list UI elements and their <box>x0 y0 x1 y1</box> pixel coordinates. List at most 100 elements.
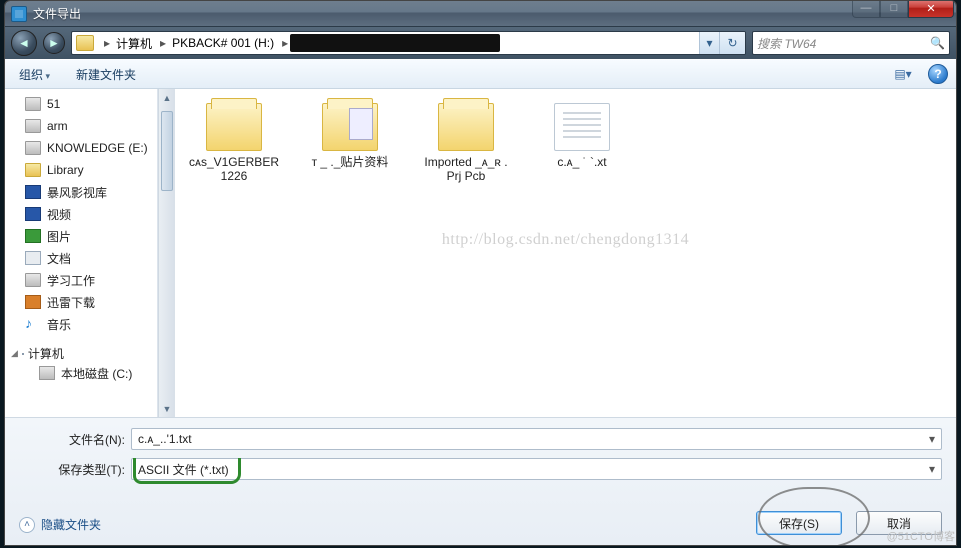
documents-icon <box>25 251 41 265</box>
sidebar-item-label: 暴风影视库 <box>47 184 107 201</box>
minimize-button[interactable]: — <box>852 0 880 18</box>
save-button[interactable]: 保存(S) <box>756 511 842 535</box>
sidebar-item-label: 本地磁盘 (C:) <box>61 365 132 382</box>
sidebar-item-label: 视频 <box>47 206 71 223</box>
nav-row: ◄ ► ▸ 计算机 ▸ PKBACK# 001 (H:) ▸ ▾ ↻ 搜索 TW… <box>5 27 956 59</box>
drive-icon <box>25 273 41 287</box>
file-pane[interactable]: ᴄᴀs_V1GERBER1226 ᴛ _ ._贴片资料 Imported _ᴀ_… <box>175 89 956 417</box>
filetype-value: ASCII 文件 (*.txt) <box>138 461 229 478</box>
file-item[interactable]: ᴄᴀs_V1GERBER1226 <box>195 103 273 183</box>
sidebar-item-label: 51 <box>47 97 60 111</box>
help-button[interactable]: ? <box>928 64 948 84</box>
sidebar-item-label: 学习工作 <box>47 272 95 289</box>
folder-icon <box>438 103 494 151</box>
sidebar-group-computer[interactable]: ◢ 计算机 <box>5 345 157 362</box>
folder-icon <box>322 103 378 151</box>
file-item[interactable]: ᴄ.ᴀ_ ˙ `.xt <box>543 103 621 183</box>
local-disk-icon <box>39 366 55 380</box>
filename-field[interactable]: ᴄ.ᴀ_..'1.txt ▾ <box>131 428 942 450</box>
sidebar-item[interactable]: 学习工作 <box>5 269 157 291</box>
sidebar-item-label: 图片 <box>47 228 71 245</box>
sidebar-scrollbar[interactable]: ▲ ▼ <box>158 89 175 417</box>
file-label: Imported _ᴀ_ʀ .Prj Pcb <box>421 155 511 183</box>
hide-folders-link[interactable]: ˄ 隐藏文件夹 <box>19 516 101 533</box>
sidebar-item[interactable]: 暴风影视库 <box>5 181 157 203</box>
nav-back-button[interactable]: ◄ <box>11 30 37 56</box>
sidebar: 51 arm KNOWLEDGE (E:) Library 暴风影视库 视频 图… <box>5 89 158 417</box>
dropdown-icon[interactable]: ▾ <box>929 432 935 446</box>
breadcrumb-root[interactable]: 计算机 <box>112 32 158 54</box>
corner-watermark: @51CTO博客 <box>887 528 955 544</box>
nav-forward-button[interactable]: ► <box>43 32 65 54</box>
sidebar-item-label: 迅雷下载 <box>47 294 95 311</box>
chevron-icon[interactable]: ▸ <box>280 36 290 50</box>
sidebar-item[interactable]: Library <box>5 159 157 181</box>
refresh-button[interactable]: ↻ <box>719 32 745 54</box>
breadcrumb-drive[interactable]: PKBACK# 001 (H:) <box>168 32 280 54</box>
scroll-down-icon[interactable]: ▼ <box>159 400 175 417</box>
hide-folders-label: 隐藏文件夹 <box>41 516 101 533</box>
sidebar-item-label: arm <box>47 119 68 133</box>
search-icon[interactable]: 🔍 <box>930 36 945 50</box>
drive-icon <box>25 97 41 111</box>
dialog-window: 文件导出 — □ ✕ ◄ ► ▸ 计算机 ▸ PKBACK# 001 (H:) … <box>4 0 957 546</box>
search-input[interactable]: 搜索 TW64 🔍 <box>752 31 950 55</box>
filetype-field[interactable]: ASCII 文件 (*.txt) ▾ <box>131 458 942 480</box>
view-mode-button[interactable]: ▤▾ <box>884 63 922 85</box>
toolbar: 组织 新建文件夹 ▤▾ ? <box>5 59 956 89</box>
sidebar-group-label: 计算机 <box>28 345 64 362</box>
computer-icon <box>22 353 24 355</box>
new-folder-button[interactable]: 新建文件夹 <box>70 63 142 86</box>
maximize-button[interactable]: □ <box>880 0 908 18</box>
sidebar-item[interactable]: 迅雷下载 <box>5 291 157 313</box>
titlebar[interactable]: 文件导出 — □ ✕ <box>5 1 956 27</box>
sidebar-item[interactable]: 51 <box>5 93 157 115</box>
file-label: ᴄ.ᴀ_ ˙ `.xt <box>537 155 627 169</box>
sidebar-item[interactable]: 文档 <box>5 247 157 269</box>
filename-label: 文件名(N): <box>19 431 131 448</box>
chevron-icon[interactable]: ▸ <box>158 36 168 50</box>
file-item[interactable]: Imported _ᴀ_ʀ .Prj Pcb <box>427 103 505 183</box>
file-label: ᴄᴀs_V1GERBER1226 <box>189 155 279 183</box>
folder-icon <box>76 35 94 51</box>
sidebar-item-label: KNOWLEDGE (E:) <box>47 141 148 155</box>
drive-icon <box>25 141 41 155</box>
search-placeholder: 搜索 TW64 <box>757 35 816 52</box>
collapse-icon: ˄ <box>19 517 35 533</box>
chevron-icon[interactable]: ▸ <box>102 36 112 50</box>
address-bar[interactable]: ▸ 计算机 ▸ PKBACK# 001 (H:) ▸ ▾ ↻ <box>71 31 746 55</box>
folder-icon <box>206 103 262 151</box>
address-dropdown[interactable]: ▾ <box>699 32 719 54</box>
organize-button[interactable]: 组织 <box>13 63 56 86</box>
filetype-label: 保存类型(T): <box>19 461 131 478</box>
watermark: http://blog.csdn.net/chengdong1314 <box>442 231 689 249</box>
music-icon: ♪ <box>25 317 41 331</box>
sidebar-item-label: 音乐 <box>47 316 71 333</box>
sidebar-item[interactable]: ♪ 音乐 <box>5 313 157 335</box>
expand-icon[interactable]: ◢ <box>11 348 18 359</box>
download-icon <box>25 295 41 309</box>
textfile-icon <box>554 103 610 151</box>
main-area: 51 arm KNOWLEDGE (E:) Library 暴风影视库 视频 图… <box>5 89 956 417</box>
sidebar-item-label: 文档 <box>47 250 71 267</box>
folder-icon <box>25 163 41 177</box>
file-label: ᴛ _ ._贴片资料 <box>305 155 395 169</box>
sidebar-item[interactable]: 视频 <box>5 203 157 225</box>
scroll-thumb[interactable] <box>161 111 173 191</box>
file-item[interactable]: ᴛ _ ._贴片资料 <box>311 103 389 183</box>
video-lib-icon <box>25 185 41 199</box>
sidebar-item[interactable]: arm <box>5 115 157 137</box>
pictures-icon <box>25 229 41 243</box>
close-button[interactable]: ✕ <box>908 0 954 18</box>
sidebar-item[interactable]: KNOWLEDGE (E:) <box>5 137 157 159</box>
sidebar-item-localdisk[interactable]: 本地磁盘 (C:) <box>5 362 157 384</box>
sidebar-item-label: Library <box>47 163 84 177</box>
breadcrumb-tail[interactable] <box>290 32 699 54</box>
dropdown-icon[interactable]: ▾ <box>929 462 935 476</box>
sidebar-item[interactable]: 图片 <box>5 225 157 247</box>
window-title: 文件导出 <box>33 5 852 22</box>
scroll-up-icon[interactable]: ▲ <box>159 89 175 106</box>
app-icon <box>11 6 27 22</box>
filename-value: ᴄ.ᴀ_..'1.txt <box>138 432 192 446</box>
video-icon <box>25 207 41 221</box>
